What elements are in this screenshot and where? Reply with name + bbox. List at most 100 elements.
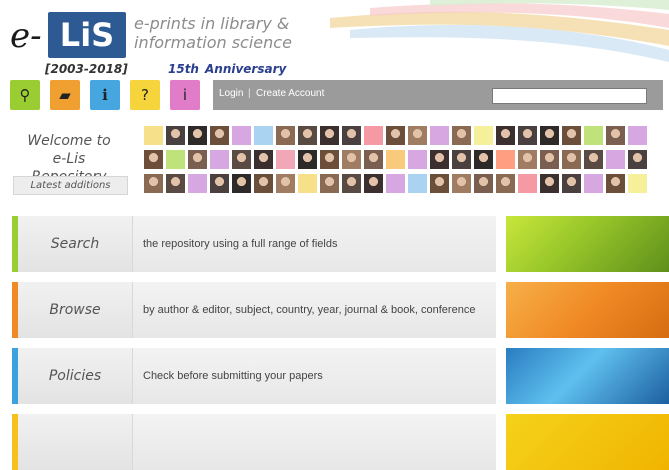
mosaic-color-block	[144, 126, 163, 145]
author-avatar	[320, 174, 339, 193]
author-avatar	[342, 150, 361, 169]
author-avatar	[452, 150, 471, 169]
author-avatar	[584, 150, 603, 169]
mosaic-color-block	[496, 150, 515, 169]
mosaic-color-block	[606, 150, 625, 169]
author-avatar	[496, 126, 515, 145]
anniversary-number: 15th	[168, 62, 199, 76]
feature-label[interactable]: Browse	[18, 282, 133, 338]
mosaic-color-block	[474, 126, 493, 145]
top-navbar: Login | Create Account	[213, 80, 663, 110]
mosaic-color-block	[386, 150, 405, 169]
mosaic-color-block	[210, 150, 229, 169]
author-avatar	[562, 126, 581, 145]
author-avatar	[210, 126, 229, 145]
mosaic-color-block	[584, 174, 603, 193]
create-account-link[interactable]: Create Account	[256, 88, 324, 99]
author-avatar	[430, 174, 449, 193]
info-pin-icon[interactable]: ℹ	[90, 80, 120, 110]
author-avatar	[210, 174, 229, 193]
world-map-image[interactable]	[506, 282, 669, 338]
anniversary-word: Anniversary	[204, 62, 287, 76]
help-icon[interactable]: ?	[130, 80, 160, 110]
connected-network-image[interactable]	[506, 348, 669, 404]
author-avatar	[540, 150, 559, 169]
author-avatar	[298, 126, 317, 145]
mosaic-color-block	[166, 150, 185, 169]
author-avatar	[430, 150, 449, 169]
mosaic-color-block	[628, 174, 647, 193]
login-link[interactable]: Login	[219, 88, 243, 99]
author-avatar	[232, 174, 251, 193]
nav-separator: |	[248, 88, 251, 99]
mosaic-color-block	[188, 174, 207, 193]
author-avatar	[474, 150, 493, 169]
author-avatar	[452, 126, 471, 145]
mosaic-color-block	[298, 174, 317, 193]
search-input[interactable]	[492, 88, 647, 104]
author-avatar	[606, 174, 625, 193]
author-avatar	[276, 126, 295, 145]
folder-icon[interactable]: ▰	[50, 80, 80, 110]
welcome-line1: Welcome to	[27, 133, 111, 149]
mosaic-color-block	[408, 150, 427, 169]
feature-row-policies[interactable]: Policies Check before submitting your pap…	[12, 348, 496, 404]
author-avatar	[562, 150, 581, 169]
author-avatar	[496, 174, 515, 193]
mosaic-color-block	[232, 126, 251, 145]
author-avatar	[408, 126, 427, 145]
author-avatar	[144, 150, 163, 169]
mosaic-color-block	[628, 126, 647, 145]
feature-row-browse[interactable]: Browse by author & editor, subject, count…	[12, 282, 496, 338]
author-avatar	[518, 150, 537, 169]
feature-description: by author & editor, subject, country, ye…	[143, 304, 476, 316]
years-range: [2003-2018]	[45, 62, 128, 76]
author-avatar	[452, 174, 471, 193]
author-avatar	[320, 126, 339, 145]
yellow-thumb-image[interactable]	[506, 414, 669, 470]
feature-label[interactable]: Policies	[18, 348, 133, 404]
feature-description: the repository using a full range of fie…	[143, 238, 338, 250]
author-avatar	[628, 150, 647, 169]
author-avatar	[364, 174, 383, 193]
author-avatar	[276, 174, 295, 193]
author-avatar	[320, 150, 339, 169]
author-avatar	[166, 174, 185, 193]
author-avatar	[540, 174, 559, 193]
mosaic-color-block	[430, 126, 449, 145]
magnifier-book-image[interactable]	[506, 216, 669, 272]
author-avatar	[232, 150, 251, 169]
feature-row-partial[interactable]	[12, 414, 496, 470]
author-avatar	[606, 126, 625, 145]
author-avatar	[298, 150, 317, 169]
anniversary-label: 15th Anniversary	[168, 62, 286, 76]
header-swoosh-graphic	[330, 0, 669, 62]
mosaic-color-block	[386, 174, 405, 193]
site-logo[interactable]: e- LiS	[8, 10, 126, 60]
tagline-line2: information science	[134, 33, 292, 52]
mosaic-color-block	[276, 150, 295, 169]
author-avatar	[188, 150, 207, 169]
feature-label[interactable]	[18, 414, 133, 470]
logo-box: LiS	[48, 12, 126, 58]
logo-lis: LiS	[59, 16, 115, 54]
author-avatar	[342, 174, 361, 193]
mosaic-color-block	[408, 174, 427, 193]
feature-description: Check before submitting your papers	[143, 370, 323, 382]
author-avatar	[386, 126, 405, 145]
about-icon[interactable]: i	[170, 80, 200, 110]
search-icon[interactable]: ⚲	[10, 80, 40, 110]
mosaic-color-block	[518, 174, 537, 193]
mosaic-color-block	[364, 126, 383, 145]
mosaic-color-block	[254, 126, 273, 145]
author-avatar	[144, 174, 163, 193]
author-avatar	[254, 150, 273, 169]
feature-row-search[interactable]: Search the repository using a full range …	[12, 216, 496, 272]
author-avatar	[562, 174, 581, 193]
author-avatar	[342, 126, 361, 145]
author-avatar	[254, 174, 273, 193]
feature-label[interactable]: Search	[18, 216, 133, 272]
author-avatar	[518, 126, 537, 145]
site-tagline: e-prints in library & information scienc…	[134, 14, 292, 52]
latest-additions-button[interactable]: Latest additions	[13, 176, 128, 195]
